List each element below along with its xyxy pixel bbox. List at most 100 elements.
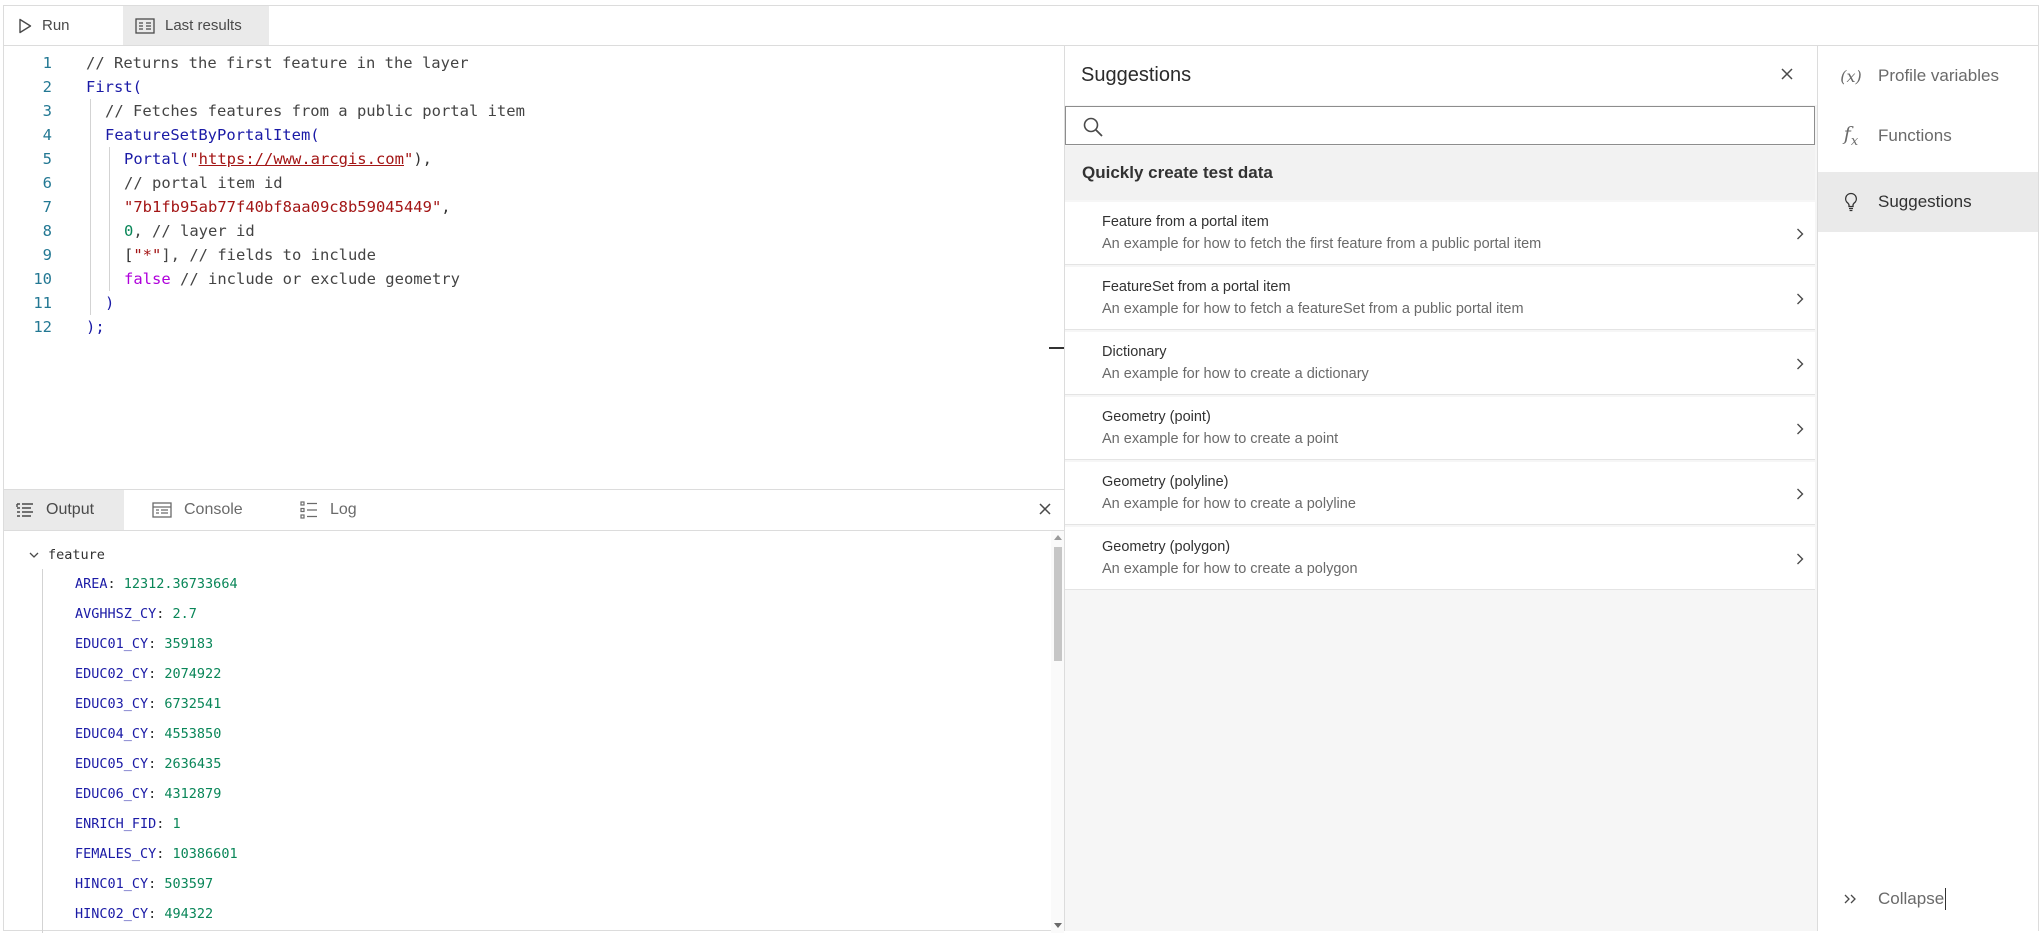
attribute-row: HINC02_CY: 494322 [75, 904, 213, 924]
suggestion-item[interactable]: Geometry (point) An example for how to cr… [1065, 397, 1815, 460]
group-title: Quickly create test data [1082, 163, 1273, 182]
attribute-row: FEMALES_CY: 10386601 [75, 844, 238, 864]
attribute-row: EDUC06_CY: 4312879 [75, 784, 221, 804]
last-results-button[interactable]: Last results [123, 6, 269, 45]
sidebar-item-suggestions[interactable]: Suggestions [1818, 172, 2038, 232]
line-number: 7 [42, 198, 52, 216]
tab-log-label: Log [330, 501, 357, 518]
code-text: // Fetches features from a public portal… [105, 99, 525, 123]
output-panel: Output Console Log feature AREA: 12312.3… [4, 489, 1064, 933]
line-number: 6 [42, 174, 52, 192]
line-number: 4 [42, 126, 52, 144]
search-input[interactable] [1112, 111, 1806, 141]
suggestion-item[interactable]: FeatureSet from a portal item An example … [1065, 267, 1815, 330]
code-line[interactable]: 8 0, // layer id [4, 219, 1044, 243]
chevron-right-icon [1795, 227, 1805, 246]
suggestion-title: Dictionary [1102, 344, 1167, 360]
scroll-up-arrow[interactable] [1054, 535, 1062, 540]
function-icon: fx [1843, 123, 1859, 149]
code-line[interactable]: 9 ["*"], // fields to include [4, 243, 1044, 267]
suggestion-item[interactable]: Dictionary An example for how to create a… [1065, 332, 1815, 395]
code-line[interactable]: 10 false // include or exclude geometry [4, 267, 1044, 291]
code-text: // portal item id [124, 171, 283, 195]
attribute-value: 10386601 [172, 846, 238, 862]
scroll-down-arrow[interactable] [1054, 923, 1062, 928]
code-editor[interactable]: 1 // Returns the first feature in the lay… [4, 46, 1065, 489]
chevron-right-icon [1795, 357, 1805, 376]
text-cursor [1945, 888, 1947, 910]
code-text: ["*"], // fields to include [124, 243, 376, 267]
attribute-row: EDUC01_CY: 359183 [75, 634, 213, 654]
code-token: " [189, 150, 199, 168]
collapse-button[interactable]: Collapse [1818, 879, 2038, 919]
code-token: , // layer id [133, 222, 255, 240]
collapse-label: Collapse [1878, 889, 1945, 908]
code-line[interactable]: 4 FeatureSetByPortalItem( [4, 123, 1044, 147]
attribute-row: ENRICH_FID: 1 [75, 814, 181, 834]
code-line[interactable]: 2 First( [4, 75, 1044, 99]
close-suggestions-button[interactable] [1780, 67, 1794, 86]
chevron-right-icon [1795, 552, 1805, 571]
suggestions-header: Suggestions [1065, 46, 1817, 105]
code-text: ); [86, 315, 105, 339]
tab-output[interactable]: Output [4, 490, 124, 530]
line-number: 10 [33, 270, 52, 288]
code-line[interactable]: 3 // Fetches features from a public porta… [4, 99, 1044, 123]
attribute-separator: : [148, 666, 165, 682]
attribute-key: HINC01_CY [75, 876, 149, 892]
attribute-key: EDUC04_CY [75, 726, 149, 742]
suggestion-item[interactable]: Feature from a portal item An example for… [1065, 202, 1815, 265]
attribute-separator: : [148, 636, 165, 652]
editor-scroll-indicator [1049, 347, 1065, 349]
tab-console[interactable]: Console [152, 490, 243, 530]
code-line[interactable]: 5 Portal("https://www.arcgis.com"), [4, 147, 1044, 171]
suggestion-title: Geometry (polygon) [1102, 539, 1231, 555]
close-output-button[interactable] [1038, 502, 1052, 521]
code-token: "*" [133, 246, 162, 264]
attribute-key: ENRICH_FID [75, 816, 157, 832]
side-panel-nav: (x) Profile variables fx Functions Sugge… [1818, 46, 2038, 931]
code-token: // portal item id [124, 174, 283, 192]
chevron-right-icon [1795, 487, 1805, 506]
suggestion-item[interactable]: Geometry (polyline) An example for how to… [1065, 462, 1815, 525]
code-token: ); [86, 318, 105, 336]
code-token: 0 [124, 222, 134, 240]
attribute-value: 6732541 [164, 696, 222, 712]
sidebar-item-functions[interactable]: fx Functions [1818, 106, 2038, 166]
suggestion-description: An example for how to create a point [1102, 431, 1339, 447]
code-token: false [124, 270, 171, 288]
line-number: 11 [33, 294, 52, 312]
line-number: 8 [42, 222, 52, 240]
feature-tree-toggle[interactable]: feature [28, 547, 105, 563]
close-icon [1039, 503, 1051, 515]
suggestion-description: An example for how to fetch a featureSet… [1102, 301, 1524, 317]
code-line[interactable]: 12); [4, 315, 1044, 339]
sidebar-item-profile-variables[interactable]: (x) Profile variables [1818, 46, 2038, 106]
attribute-separator: : [148, 876, 165, 892]
code-token: ], // fields to include [161, 246, 376, 264]
attribute-key: EDUC05_CY [75, 756, 149, 772]
attribute-key: EDUC03_CY [75, 696, 149, 712]
code-line[interactable]: 11) [4, 291, 1044, 315]
output-scrollbar[interactable] [1051, 531, 1064, 933]
suggestion-item[interactable]: Geometry (polygon) An example for how to … [1065, 527, 1815, 590]
scrollbar-thumb[interactable] [1054, 547, 1062, 661]
search-icon [1083, 117, 1103, 137]
code-line[interactable]: 7 "7b1fb95ab77f40bf8aa09c8b59045449", [4, 195, 1044, 219]
code-line[interactable]: 6 // portal item id [4, 171, 1044, 195]
indent-guide [109, 147, 110, 291]
feature-label: feature [48, 547, 105, 563]
results-icon [135, 17, 155, 34]
run-button[interactable]: Run [4, 6, 123, 45]
attribute-separator: : [148, 726, 165, 742]
output-tabs: Output Console Log [4, 490, 1064, 531]
attribute-key: AREA [75, 576, 108, 592]
code-line[interactable]: 1 // Returns the first feature in the lay… [4, 51, 1044, 75]
code-text: // Returns the first feature in the laye… [86, 51, 469, 75]
log-icon [300, 501, 317, 519]
suggestions-title: Suggestions [1081, 64, 1192, 86]
tab-log[interactable]: Log [300, 490, 357, 530]
line-number: 1 [42, 54, 52, 72]
suggestion-title: FeatureSet from a portal item [1102, 279, 1291, 295]
chevron-down-icon [29, 552, 39, 558]
